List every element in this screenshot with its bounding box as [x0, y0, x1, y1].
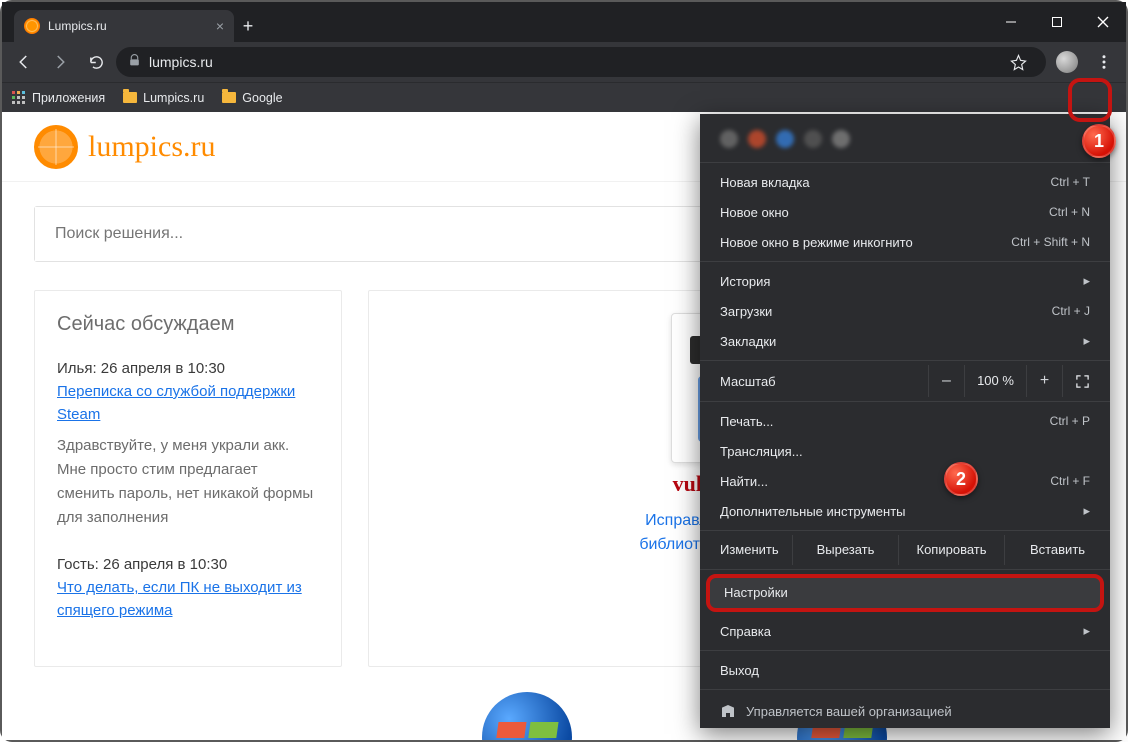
reload-button[interactable]	[80, 46, 112, 78]
address-bar[interactable]: lumpics.ru	[116, 47, 1046, 77]
menu-profiles-row[interactable]	[700, 120, 1110, 158]
back-button[interactable]	[8, 46, 40, 78]
menu-cut[interactable]: Вырезать	[792, 535, 898, 565]
folder-icon	[222, 92, 236, 103]
menu-find[interactable]: Найти...Ctrl + F	[700, 466, 1110, 496]
favicon-icon	[24, 18, 40, 34]
apps-icon	[12, 91, 26, 105]
chevron-right-icon: ▸	[1083, 273, 1090, 289]
browser-tab-strip: Lumpics.ru × +	[2, 2, 1126, 42]
menu-incognito[interactable]: Новое окно в режиме инкогнитоCtrl + Shif…	[700, 227, 1110, 257]
minimize-button[interactable]	[988, 2, 1034, 42]
discuss-link[interactable]: Что делать, если ПК не выходит из спящег…	[57, 577, 319, 622]
chevron-right-icon: ▸	[1083, 503, 1090, 519]
discuss-title: Сейчас обсуждаем	[57, 313, 319, 336]
bookmark-folder[interactable]: Google	[222, 91, 282, 105]
menu-zoom-row: Масштаб – 100 % +	[700, 365, 1110, 397]
menu-exit[interactable]: Выход	[700, 655, 1110, 685]
fullscreen-button[interactable]	[1062, 365, 1102, 397]
site-logo[interactable]: lumpics.ru	[34, 125, 216, 169]
bookmark-folder[interactable]: Lumpics.ru	[123, 91, 204, 105]
lock-icon	[128, 54, 141, 70]
annotation-badge-2: 2	[944, 462, 978, 496]
menu-edit-row: Изменить Вырезать Копировать Вставить	[700, 535, 1110, 565]
discuss-link[interactable]: Переписка со службой поддержки Steam	[57, 381, 319, 426]
folder-icon	[123, 92, 137, 103]
discuss-meta: Гость: 26 апреля в 10:30	[57, 556, 319, 573]
discuss-panel: Сейчас обсуждаем Илья: 26 апреля в 10:30…	[34, 290, 342, 667]
windows-logo-icon	[482, 692, 572, 740]
building-icon	[720, 703, 736, 719]
menu-managed-by-org[interactable]: Управляется вашей организацией	[700, 694, 1110, 728]
menu-history[interactable]: История▸	[700, 266, 1110, 296]
discuss-item: Гость: 26 апреля в 10:30 Что делать, есл…	[57, 556, 319, 630]
discuss-body: Здравствуйте, у меня украли акк. Мне про…	[57, 434, 319, 530]
annotation-badge-1: 1	[1082, 124, 1116, 158]
apps-button[interactable]: Приложения	[12, 91, 105, 105]
menu-help[interactable]: Справка▸	[700, 616, 1110, 646]
menu-new-window[interactable]: Новое окноCtrl + N	[700, 197, 1110, 227]
browser-toolbar: lumpics.ru	[2, 42, 1126, 82]
menu-copy[interactable]: Копировать	[898, 535, 1004, 565]
edit-label: Изменить	[700, 535, 792, 565]
zoom-in-button[interactable]: +	[1026, 365, 1062, 397]
maximize-button[interactable]	[1034, 2, 1080, 42]
menu-paste[interactable]: Вставить	[1004, 535, 1110, 565]
logo-text: lumpics.ru	[88, 130, 216, 164]
zoom-out-button[interactable]: –	[928, 365, 964, 397]
discuss-item: Илья: 26 апреля в 10:30 Переписка со слу…	[57, 360, 319, 530]
chevron-right-icon: ▸	[1083, 623, 1090, 639]
browser-tab[interactable]: Lumpics.ru ×	[14, 10, 234, 42]
discuss-meta: Илья: 26 апреля в 10:30	[57, 360, 319, 377]
chrome-menu: Новая вкладкаCtrl + T Новое окноCtrl + N…	[700, 114, 1110, 728]
close-window-button[interactable]	[1080, 2, 1126, 42]
menu-print[interactable]: Печать...Ctrl + P	[700, 406, 1110, 436]
orange-icon	[34, 125, 78, 169]
tab-title: Lumpics.ru	[48, 19, 107, 33]
menu-downloads[interactable]: ЗагрузкиCtrl + J	[700, 296, 1110, 326]
menu-more-tools[interactable]: Дополнительные инструменты▸	[700, 496, 1110, 526]
menu-cast[interactable]: Трансляция...	[700, 436, 1110, 466]
forward-button[interactable]	[44, 46, 76, 78]
bookmark-label: Lumpics.ru	[143, 91, 204, 105]
zoom-value: 100 %	[964, 365, 1026, 397]
menu-kebab-button[interactable]	[1088, 46, 1120, 78]
apps-label: Приложения	[32, 91, 105, 105]
menu-new-tab[interactable]: Новая вкладкаCtrl + T	[700, 167, 1110, 197]
bookmark-label: Google	[242, 91, 282, 105]
close-tab-button[interactable]: ×	[216, 19, 224, 33]
chevron-right-icon: ▸	[1083, 333, 1090, 349]
profile-avatar[interactable]	[1056, 51, 1078, 73]
menu-bookmarks[interactable]: Закладки▸	[700, 326, 1110, 356]
zoom-label: Масштаб	[720, 374, 928, 389]
url-text: lumpics.ru	[149, 54, 213, 70]
new-tab-button[interactable]: +	[234, 10, 262, 42]
menu-settings[interactable]: Настройки	[706, 574, 1104, 612]
window-controls	[988, 2, 1126, 42]
bookmarks-bar: Приложения Lumpics.ru Google	[2, 82, 1126, 112]
bookmark-star-button[interactable]	[1002, 46, 1034, 78]
